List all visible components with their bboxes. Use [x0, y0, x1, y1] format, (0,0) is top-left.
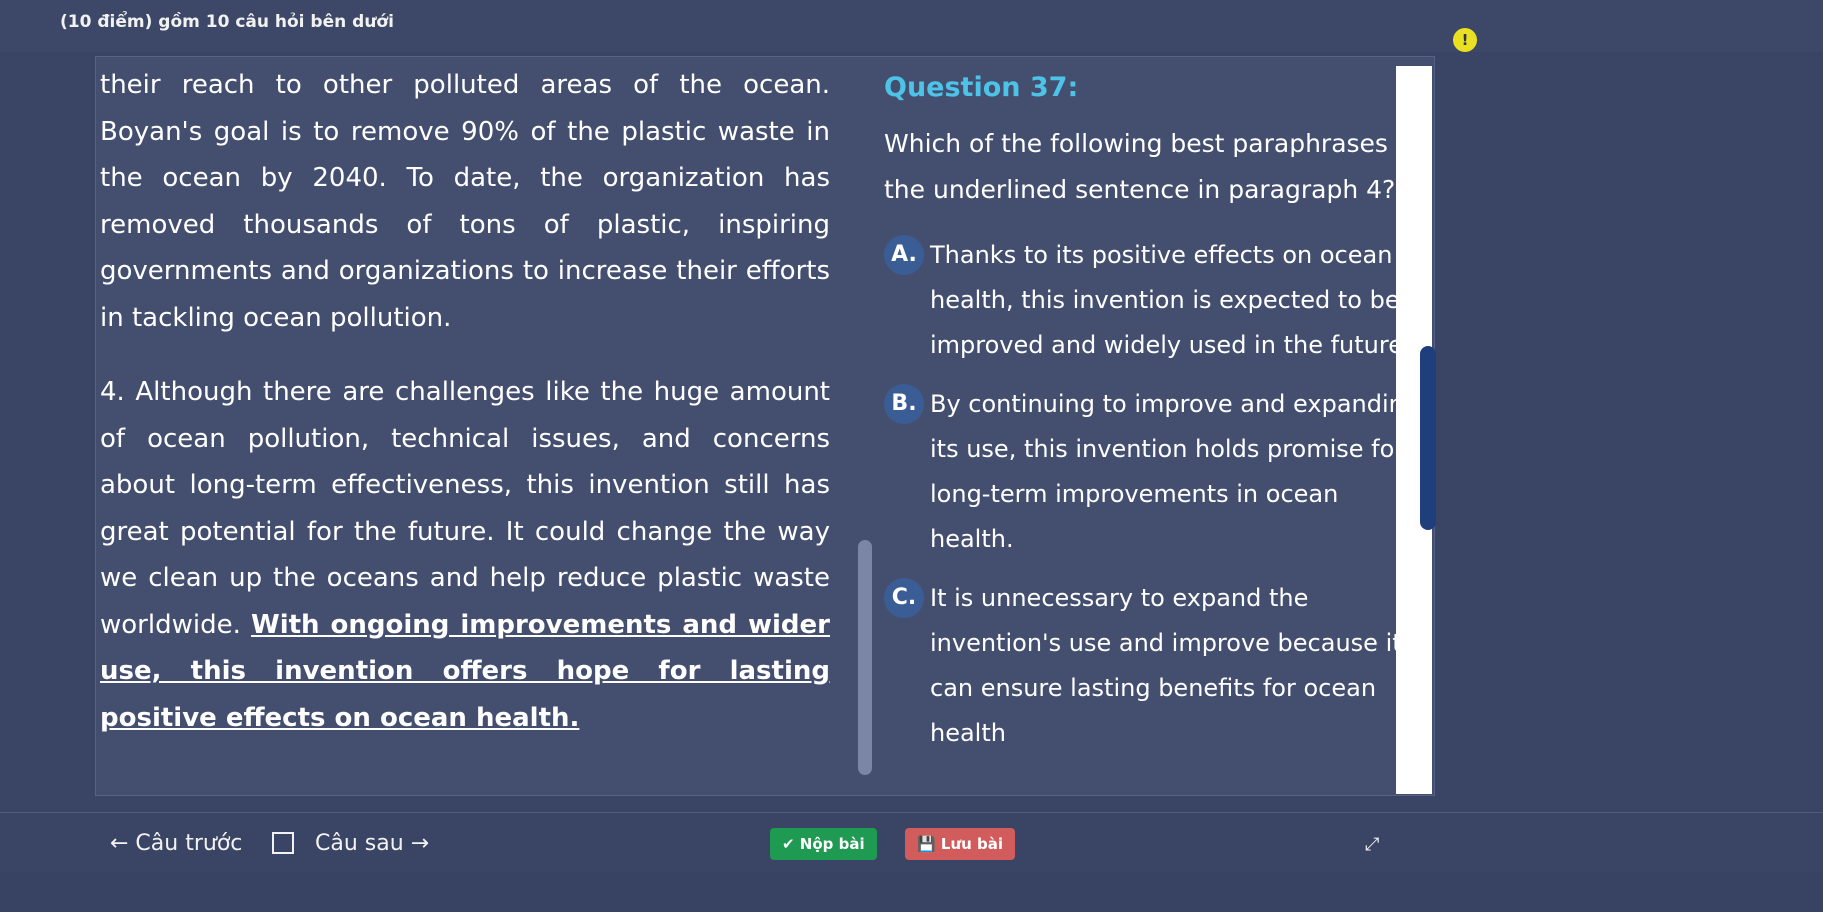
next-question-button[interactable]: Câu sau →: [315, 828, 429, 860]
save-button[interactable]: 💾 Lưu bài: [905, 828, 1016, 860]
passage-paragraph-4-text: 4. Although there are challenges like th…: [100, 377, 830, 640]
passage-scrollbar[interactable]: [858, 540, 872, 775]
flag-checkbox[interactable]: [272, 832, 294, 854]
page-title: (10 điểm) gồm 10 câu hỏi bên dưới: [60, 12, 394, 32]
question-number: Question 37:: [884, 72, 1079, 103]
option-b-text[interactable]: By continuing to improve and expanding i…: [930, 382, 1424, 562]
passage-paragraph-3: their reach to other polluted areas of t…: [100, 70, 830, 333]
question-panel: Question 37: Which of the following best…: [884, 72, 1424, 792]
option-c-letter[interactable]: C.: [884, 578, 924, 618]
option-a-text[interactable]: Thanks to its positive effects on ocean …: [930, 233, 1424, 368]
option-c[interactable]: C. It is unnecessary to expand the inven…: [884, 576, 1424, 756]
option-b[interactable]: B. By continuing to improve and expandin…: [884, 382, 1424, 562]
previous-question-button[interactable]: ← Câu trước: [110, 828, 242, 860]
info-icon[interactable]: !: [1453, 28, 1477, 52]
question-text: Which of the following best paraphrases …: [884, 129, 1396, 204]
expand-icon[interactable]: ⤢: [1365, 834, 1385, 855]
option-c-text[interactable]: It is unnecessary to expand the inventio…: [930, 576, 1424, 756]
option-a-letter[interactable]: A.: [884, 235, 924, 275]
option-b-letter[interactable]: B.: [884, 384, 924, 424]
option-a[interactable]: A. Thanks to its positive effects on oce…: [884, 233, 1424, 368]
footer-strip: [0, 872, 1823, 912]
reading-passage: their reach to other polluted areas of t…: [100, 62, 830, 792]
submit-button[interactable]: ✔ Nộp bài: [770, 828, 877, 860]
passage-paragraph-4: 4. Although there are challenges like th…: [100, 369, 830, 741]
